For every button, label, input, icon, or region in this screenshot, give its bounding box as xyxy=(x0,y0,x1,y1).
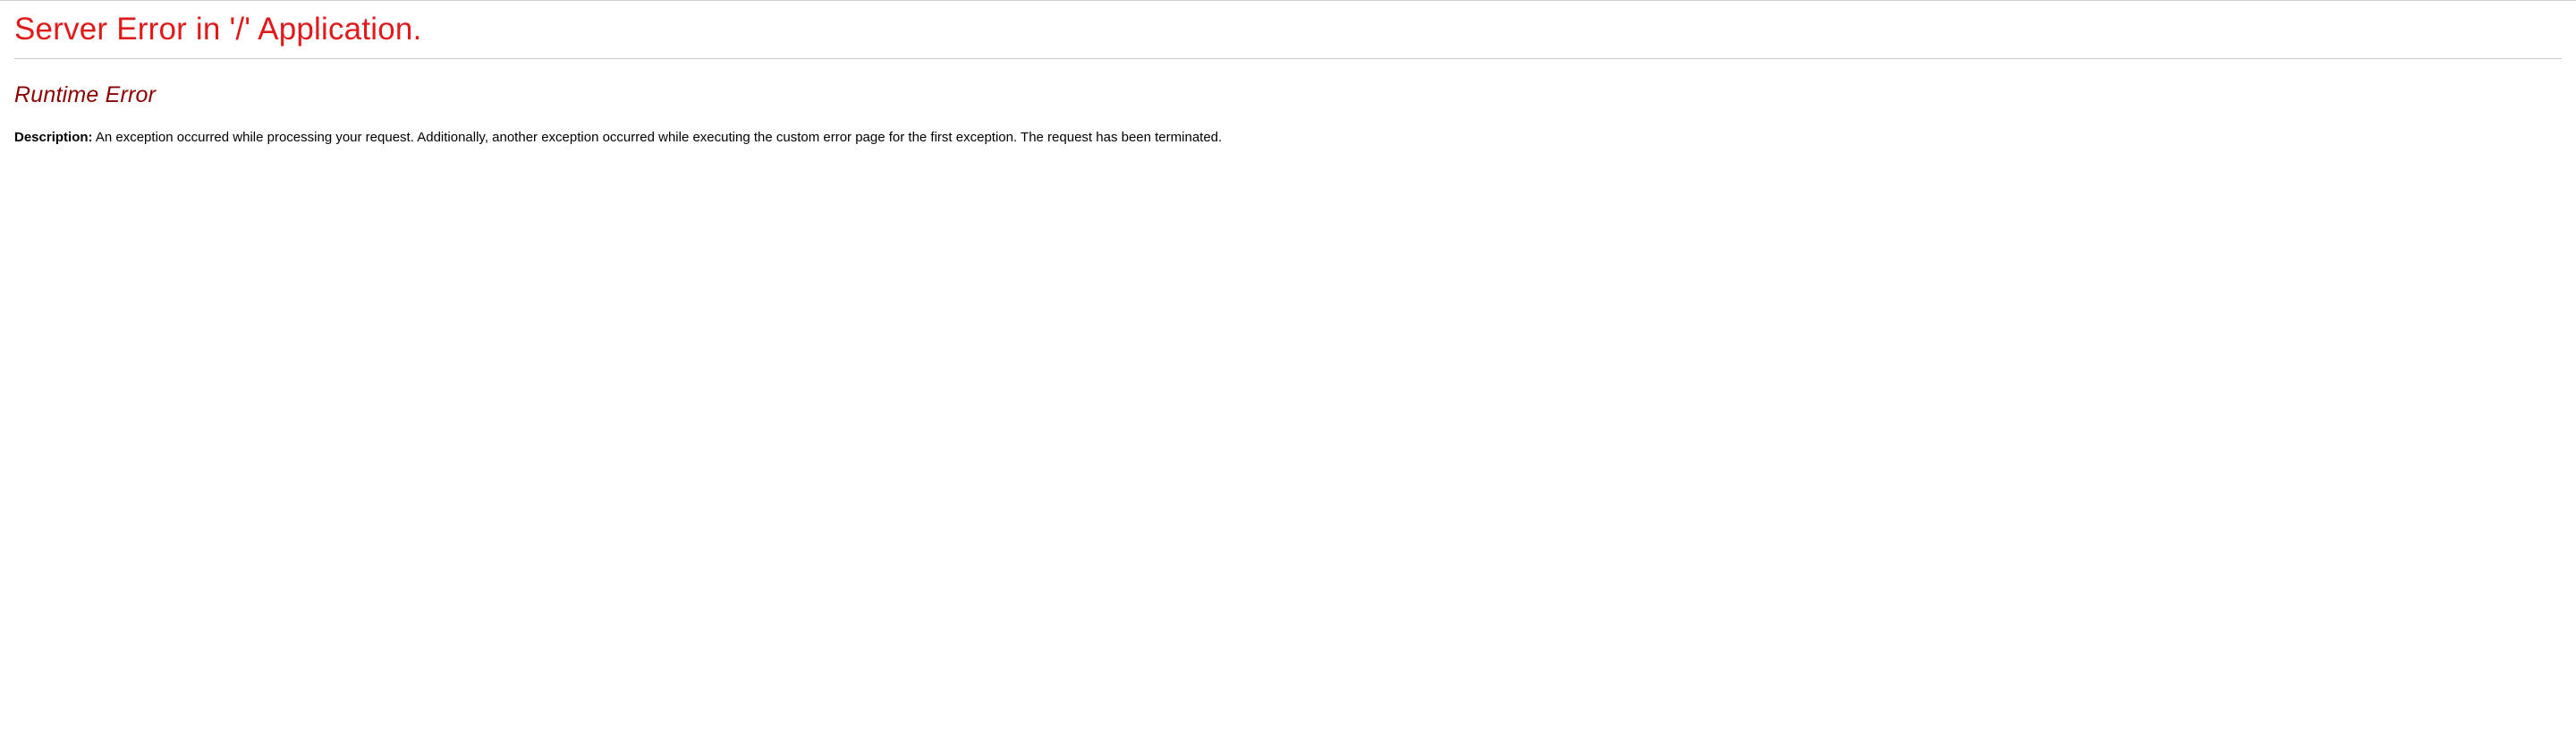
error-subtitle: Runtime Error xyxy=(14,82,2562,108)
error-page-container: Server Error in '/' Application. Runtime… xyxy=(0,0,2576,157)
page-title: Server Error in '/' Application. xyxy=(14,12,2562,47)
description-label: Description: xyxy=(14,130,93,145)
description-line: Description: An exception occurred while… xyxy=(14,128,2562,147)
divider xyxy=(14,58,2562,59)
description-text: An exception occurred while processing y… xyxy=(96,130,1222,145)
